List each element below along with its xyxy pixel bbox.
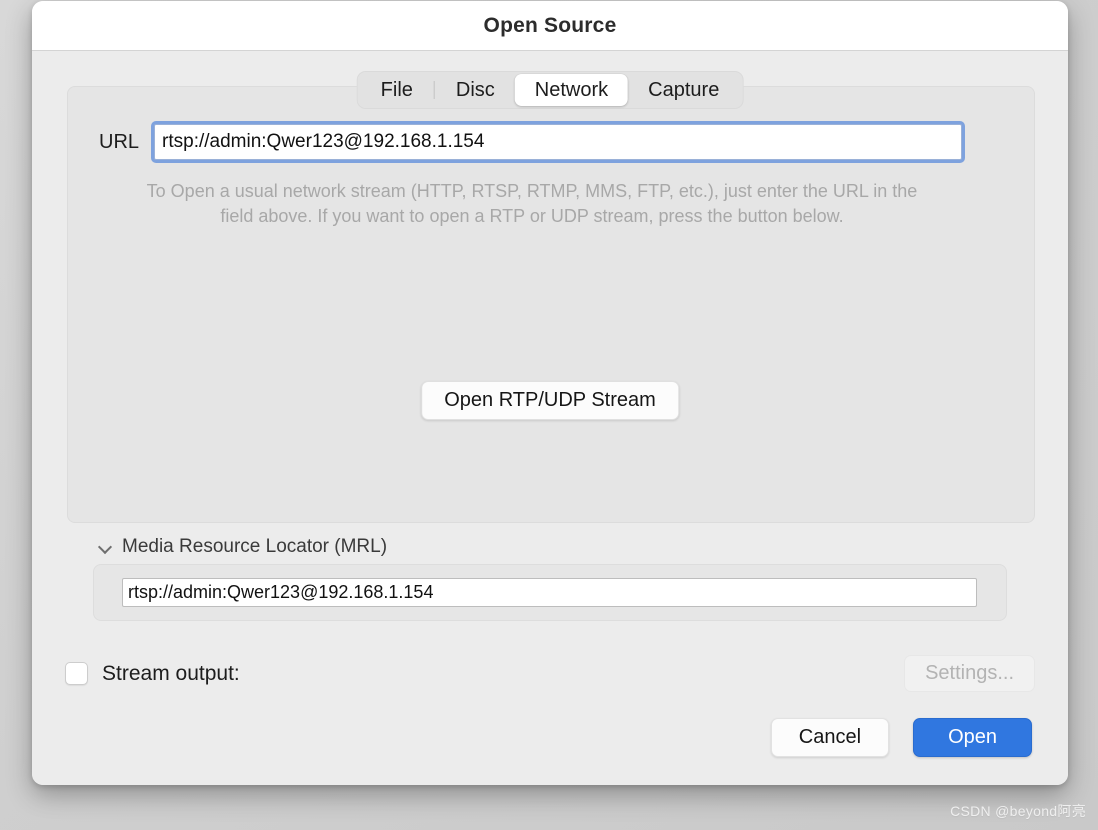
stream-output-label: Stream output: [102, 661, 240, 685]
open-source-dialog: Open Source File Disc Network Capture UR… [32, 1, 1068, 785]
dialog-title: Open Source [483, 13, 617, 37]
mrl-panel [93, 564, 1007, 621]
dialog-footer: Cancel Open [770, 718, 1032, 757]
tab-file[interactable]: File [361, 74, 433, 106]
stream-output-checkbox[interactable] [65, 662, 88, 685]
url-row: URL [99, 121, 965, 163]
tab-disc[interactable]: Disc [436, 74, 515, 106]
source-tab-bar: File Disc Network Capture [356, 71, 744, 109]
tab-divider [433, 81, 435, 99]
tab-capture[interactable]: Capture [628, 74, 739, 106]
mrl-disclosure-header[interactable]: Media Resource Locator (MRL) [99, 536, 387, 558]
mrl-input[interactable] [122, 578, 977, 607]
cancel-button[interactable]: Cancel [770, 718, 890, 757]
dialog-body: File Disc Network Capture URL To Open a … [32, 51, 1068, 785]
stream-output-row: Stream output: Settings... [65, 655, 1035, 692]
mrl-title: Media Resource Locator (MRL) [122, 536, 388, 557]
dialog-titlebar: Open Source [32, 1, 1068, 51]
url-label: URL [99, 130, 140, 153]
network-hint-text: To Open a usual network stream (HTTP, RT… [146, 181, 918, 226]
chevron-down-icon[interactable] [99, 540, 113, 554]
watermark: CSDN @beyond阿亮 [950, 803, 1086, 819]
url-input[interactable] [154, 124, 962, 160]
open-rtp-udp-stream-button[interactable]: Open RTP/UDP Stream [421, 381, 679, 420]
url-field-focus-ring [151, 121, 965, 163]
stream-settings-button[interactable]: Settings... [904, 655, 1035, 692]
open-button[interactable]: Open [913, 718, 1032, 757]
tab-network[interactable]: Network [514, 74, 629, 106]
